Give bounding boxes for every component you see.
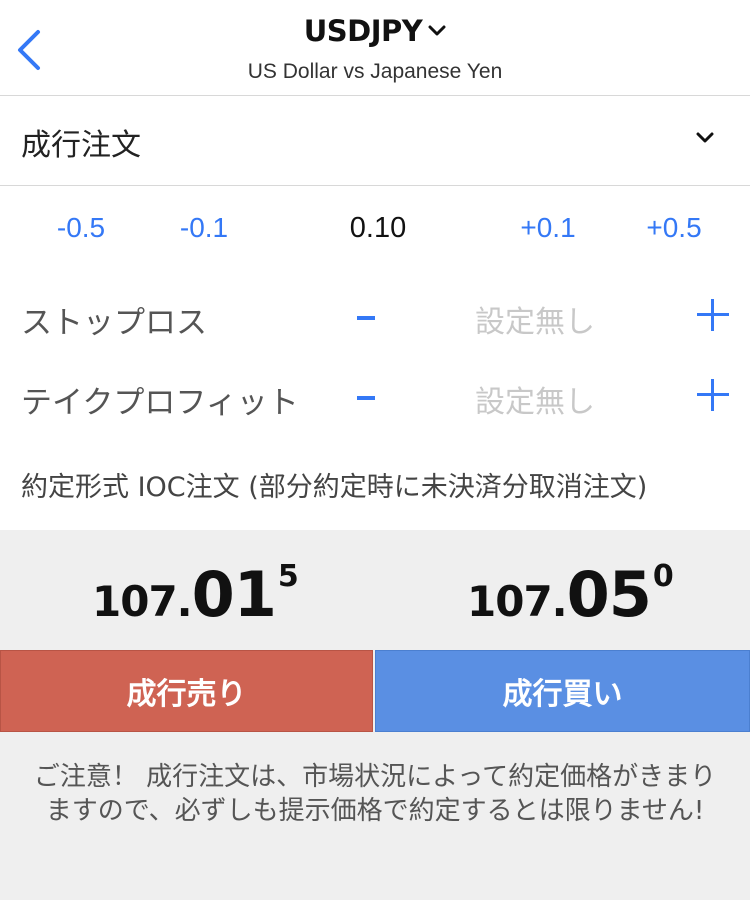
stop-loss-value[interactable]: 設定無し (450, 297, 620, 341)
volume-increase-small-button[interactable]: +0.1 (498, 212, 598, 244)
header: USDJPY US Dollar vs Japanese Yen (0, 0, 750, 96)
symbol-selector[interactable]: USDJPY (304, 14, 447, 48)
ask-price: 107.050 (467, 558, 674, 631)
ask-price-prefix: 107. (467, 577, 568, 626)
ask-price-big: 05 (566, 558, 652, 631)
order-type-label: 成行注文 (21, 128, 141, 163)
sell-market-button[interactable]: 成行売り (0, 650, 373, 732)
take-profit-row: テイクプロフィット 設定無し (0, 377, 750, 427)
chevron-down-icon (696, 132, 714, 143)
take-profit-minus-button[interactable] (355, 377, 379, 417)
bid-price: 107.015 (92, 558, 299, 631)
stop-loss-row: ストップロス 設定無し (0, 297, 750, 347)
bid-price-pip: 5 (277, 559, 299, 594)
symbol-label: USDJPY (303, 14, 423, 48)
volume-increase-large-button[interactable]: +0.5 (624, 212, 724, 244)
take-profit-value[interactable]: 設定無し (450, 377, 620, 421)
volume-decrease-small-button[interactable]: -0.1 (154, 212, 254, 244)
price-panel: 107.015 107.050 成行売り 成行買い ご注意！ 成行注文は、市場状… (0, 530, 750, 900)
take-profit-label: テイクプロフィット (21, 385, 299, 421)
title-row: USDJPY (0, 14, 750, 48)
order-type-selector[interactable]: 成行注文 (0, 96, 750, 186)
volume-value[interactable]: 0.10 (318, 212, 438, 245)
symbol-description: US Dollar vs Japanese Yen (247, 60, 503, 83)
volume-decrease-large-button[interactable]: -0.5 (31, 212, 131, 244)
fill-policy-text: 約定形式 IOC注文 (部分約定時に未決済分取消注文) (21, 472, 648, 503)
chevron-down-icon (428, 25, 446, 36)
stop-loss-label: ストップロス (21, 305, 207, 341)
volume-row: -0.5 -0.1 0.10 +0.1 +0.5 (0, 212, 750, 262)
ask-price-pip: 0 (652, 559, 674, 594)
stop-loss-plus-button[interactable] (697, 299, 729, 331)
stop-loss-minus-button[interactable] (355, 297, 379, 337)
notice-text: ご注意！ 成行注文は、市場状況によって約定価格がきまりますので、必ずしも提示価格… (33, 762, 717, 826)
take-profit-plus-button[interactable] (697, 379, 729, 411)
bid-price-prefix: 107. (92, 577, 193, 626)
bid-price-big: 01 (191, 558, 277, 631)
buy-market-button[interactable]: 成行買い (375, 650, 750, 732)
